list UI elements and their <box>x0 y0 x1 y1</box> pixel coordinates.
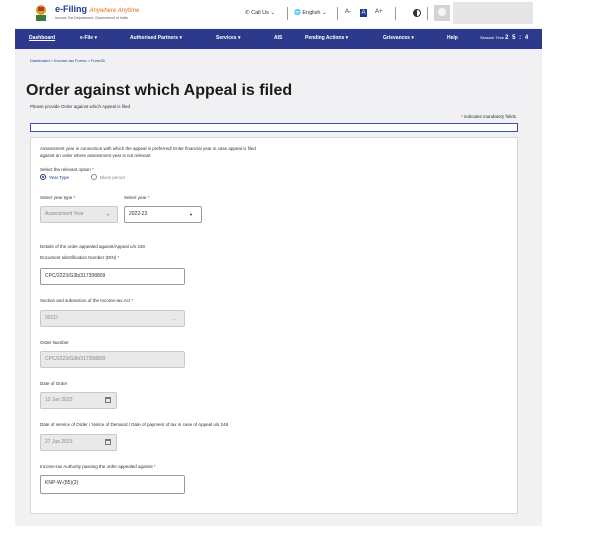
language-selector[interactable]: 🌐 English ⌄ <box>294 10 327 16</box>
din-input[interactable]: CPC/2223/G3b/317398809 <box>40 268 185 285</box>
font-increase-button[interactable]: A+ <box>375 9 383 15</box>
page-subtitle: Please provide Order against which Appea… <box>30 104 131 109</box>
divider <box>395 7 396 20</box>
emblem-icon <box>36 5 46 21</box>
mandatory-note: * indicates mandatory fields <box>460 114 516 119</box>
ay-note: Assessment year in connection with which… <box>40 146 256 151</box>
chevron-down-icon: ▾ <box>106 212 109 217</box>
nav-efile[interactable]: e-File ▾ <box>80 35 97 41</box>
nav-pending-actions[interactable]: Pending Actions ▾ <box>305 35 348 41</box>
user-profile-box[interactable] <box>453 2 533 24</box>
contrast-icon[interactable] <box>413 9 421 17</box>
radio-year-type-label: Year Type <box>49 175 70 180</box>
authority-label: Income-tax Authority passing the order a… <box>40 464 156 469</box>
logo-subtitle: Income Tax Department, Government of Ind… <box>55 16 128 20</box>
year-type-select[interactable]: Assessment Year ▾ <box>40 206 118 223</box>
nav-ais[interactable]: AIS <box>274 35 282 41</box>
year-label: Select year * <box>124 195 150 200</box>
calendar-icon[interactable] <box>105 397 111 403</box>
date-of-order-label: Date of Order <box>40 381 68 386</box>
section-select[interactable]: 92CD ⌄ <box>40 310 185 327</box>
ay-note-continued: against an order where assessment year i… <box>40 153 151 158</box>
logo-title: e-Filing Anywhere Anytime <box>55 4 140 14</box>
radio-block-period-label: Block period <box>100 175 125 180</box>
page-title: Order against which Appeal is filed <box>26 82 293 99</box>
chevron-down-icon: ⌄ <box>172 316 176 321</box>
order-number-input[interactable]: CPC/2223/G3b/317398809 <box>40 351 185 368</box>
option-label: Select the relevant option * <box>40 167 94 172</box>
avatar[interactable] <box>434 5 450 21</box>
nav-authorised-partners[interactable]: Authorised Partners ▾ <box>130 35 182 41</box>
divider <box>427 7 428 20</box>
divider <box>337 7 338 20</box>
din-label: Document Identification Number (DIN) * <box>40 255 120 260</box>
chevron-down-icon: ▼ <box>189 212 193 217</box>
efiling-logo[interactable]: e-Filing Anywhere Anytime Income Tax Dep… <box>33 3 143 25</box>
font-decrease-button[interactable]: A- <box>345 9 351 15</box>
details-heading: Details of the order appealed against/Ap… <box>40 244 145 249</box>
breadcrumb[interactable]: Dashboard > Income-tax Forms > Form35 <box>30 58 105 63</box>
nav-dashboard[interactable]: Dashboard <box>29 35 55 41</box>
divider <box>287 7 288 20</box>
call-us-menu[interactable]: ✆ Call Us ⌄ <box>245 10 275 16</box>
nav-help[interactable]: Help <box>447 35 458 41</box>
calendar-icon[interactable] <box>105 439 111 445</box>
radio-year-type[interactable] <box>40 174 46 180</box>
order-number-label: Order Number <box>40 340 69 345</box>
date-of-service-input[interactable]: 27 Jun 2023 <box>40 434 117 451</box>
focused-input-bar[interactable] <box>30 123 518 132</box>
nav-services[interactable]: Services ▾ <box>216 35 240 41</box>
year-type-label: Select year type * <box>40 195 76 200</box>
nav-grievances[interactable]: Grievances ▾ <box>383 35 414 41</box>
form-card: Assessment year in connection with which… <box>30 137 518 514</box>
section-label: Section and subsection of the Income-tax… <box>40 298 134 303</box>
session-timer: Session Time 2 5 : 4 <box>480 35 530 41</box>
date-of-order-input[interactable]: 13 Jun 2023 <box>40 392 117 409</box>
authority-input[interactable]: KNP-W-(85)(3) <box>40 475 185 494</box>
radio-block-period[interactable] <box>91 174 97 180</box>
font-normal-button[interactable]: A <box>360 9 367 17</box>
top-header: e-Filing Anywhere Anytime Income Tax Dep… <box>15 0 542 28</box>
date-of-service-label: Date of service of Order / Notice of Dem… <box>40 422 229 427</box>
main-nav: Dashboard e-File ▾ Authorised Partners ▾… <box>15 29 542 49</box>
year-select[interactable]: 2022-23 ▼ <box>124 206 202 223</box>
